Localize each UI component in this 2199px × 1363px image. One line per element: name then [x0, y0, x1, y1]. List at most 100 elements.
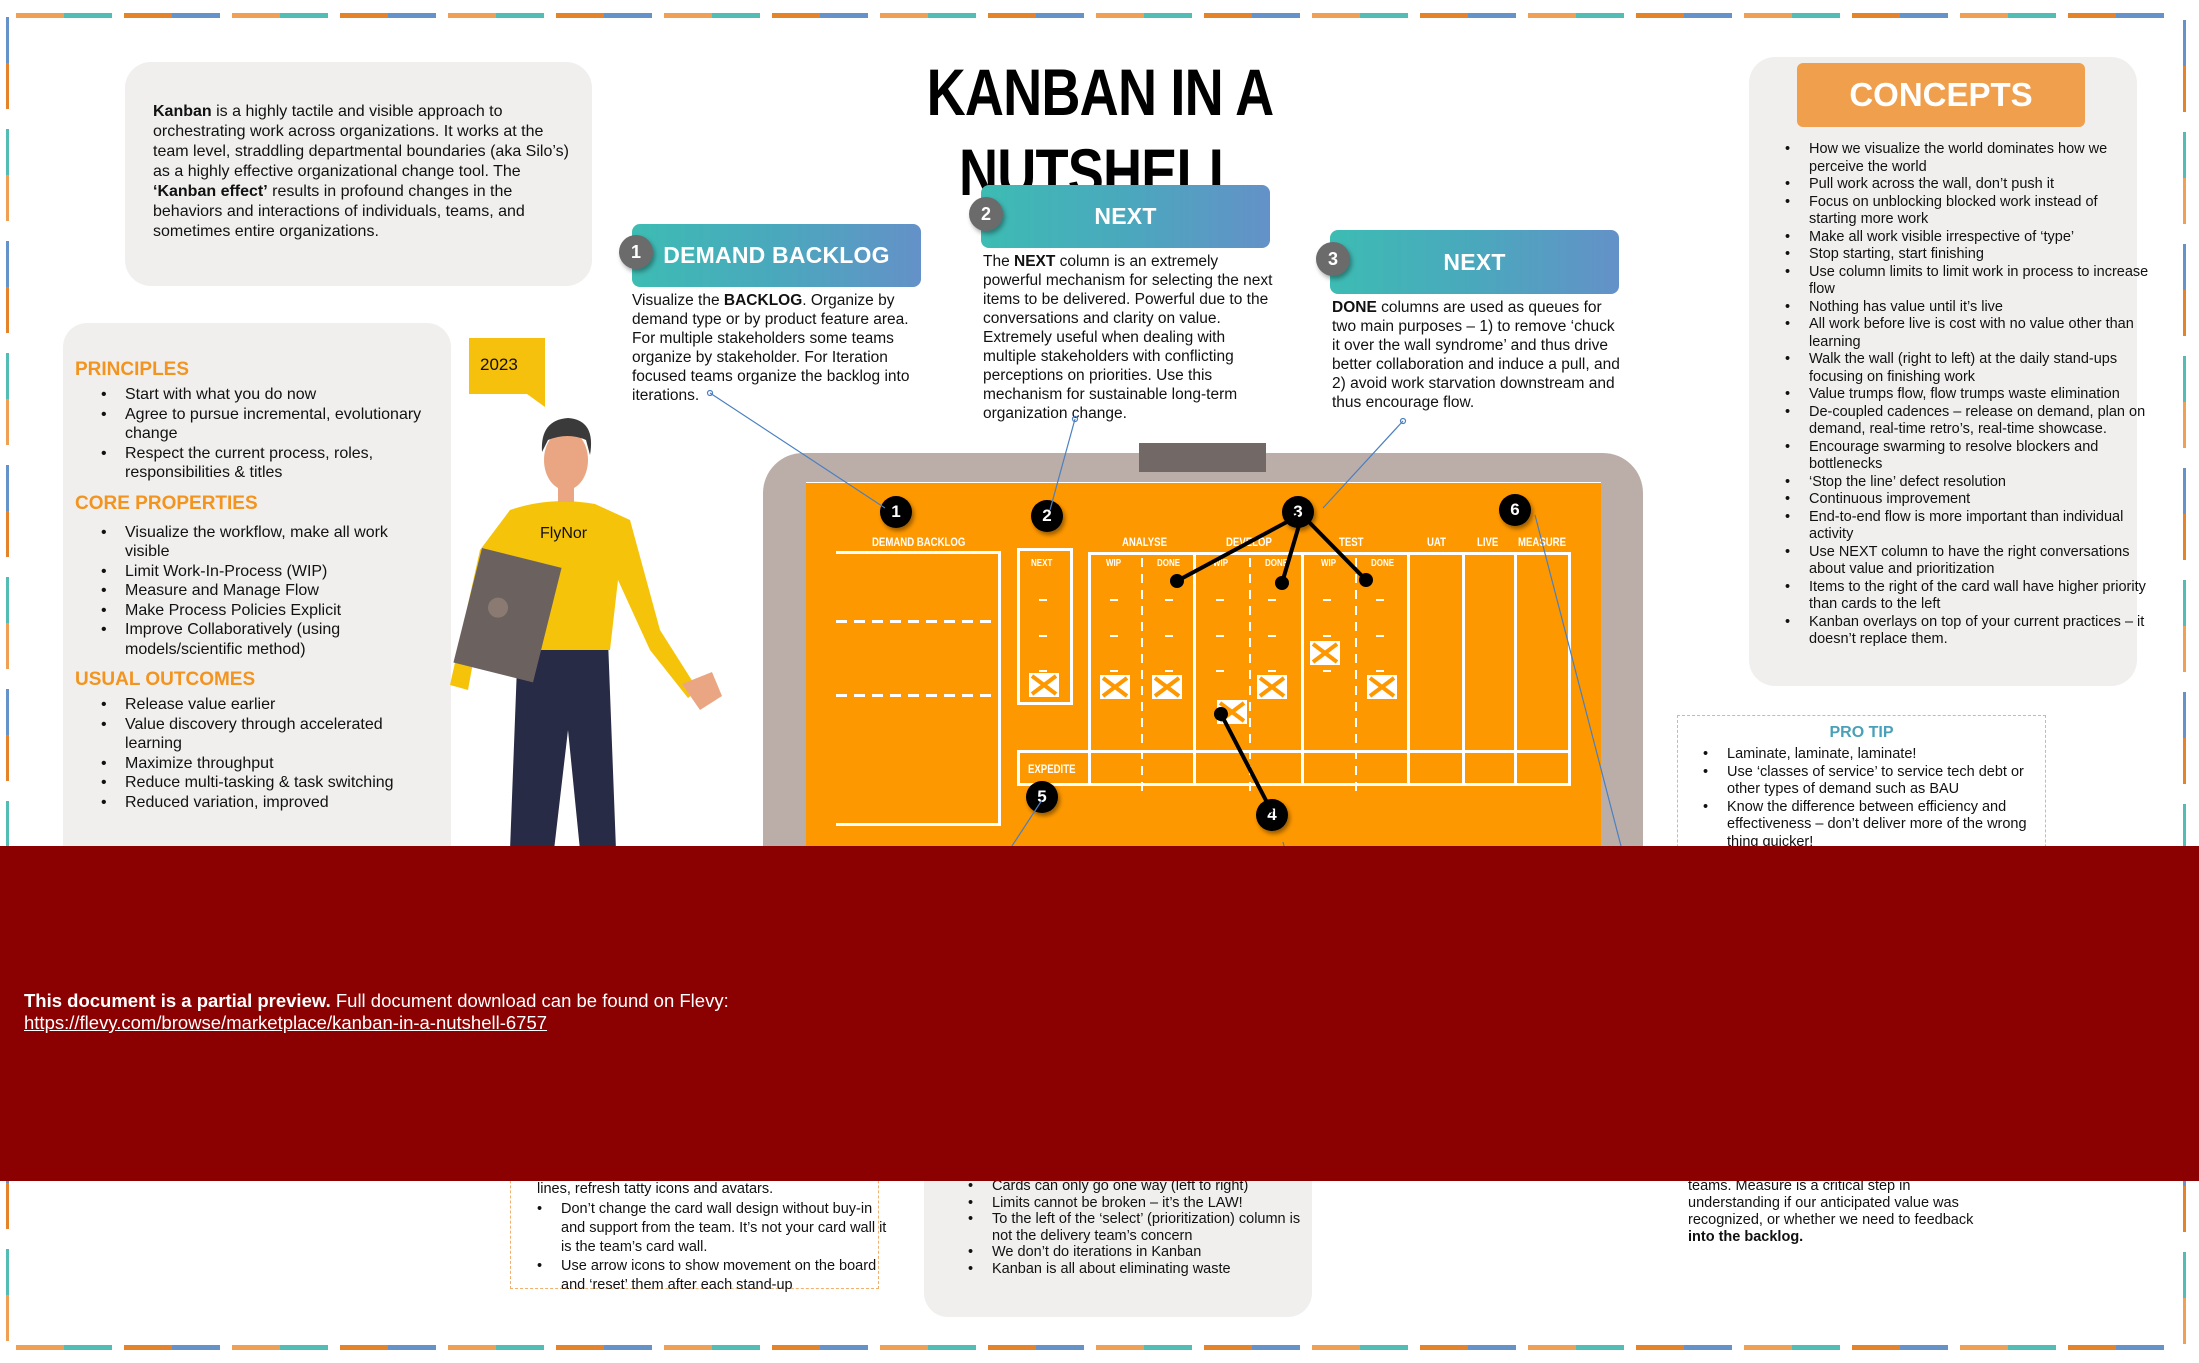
concept-item: How we visualize the world dominates how… [1785, 141, 2149, 176]
connector-3-end [1399, 417, 1407, 425]
border-dash [1420, 1345, 1468, 1350]
step-2-title: NEXT [1094, 203, 1157, 229]
preview-banner-text: This document is a partial preview. Full… [24, 990, 729, 1034]
border-dash [1252, 13, 1300, 18]
person-neck [558, 484, 574, 502]
border-dash [340, 1345, 388, 1350]
border-dash [448, 13, 496, 18]
border-dash [1960, 13, 2008, 18]
border-dash [2183, 290, 2186, 336]
core-property-item: Make Process Policies Explicit [101, 601, 435, 621]
concepts-header: CONCEPTS [1797, 63, 2085, 127]
border-dash [340, 13, 388, 18]
border-dash [6, 735, 9, 781]
board-surface [806, 482, 1601, 883]
flevy-link[interactable]: https://flevy.com/browse/marketplace/kan… [24, 1012, 547, 1033]
measure-note-bold: into the backlog. [1688, 1229, 1804, 1245]
core-properties-title: CORE PROPERTIES [75, 492, 258, 514]
border-dash [6, 353, 9, 399]
border-dash [64, 1345, 112, 1350]
usual-outcomes-title: USUAL OUTCOMES [75, 669, 256, 690]
border-dash [6, 1249, 9, 1295]
pro-tip-list: Laminate, laminate, laminate!Use ‘classe… [1703, 746, 2057, 851]
presenter-illustration: FlyNor [450, 418, 722, 850]
measure-note: teams. Measure is a critical step in und… [1688, 1178, 1988, 1246]
core-property-item: Improve Collaboratively (using models/sc… [101, 620, 435, 659]
border-dash [988, 13, 1036, 18]
border-dash [2183, 178, 2186, 224]
principle-item: Start with what you do now [101, 385, 435, 405]
concept-item: Stop starting, start finishing [1785, 246, 2149, 264]
banner-text: Full document download can be found on F… [330, 990, 729, 1011]
border-dash [1576, 13, 1624, 18]
border-dash [2116, 13, 2164, 18]
border-dash [2008, 1345, 2056, 1350]
pro-tip-item: Use ‘classes of service’ to service tech… [1703, 764, 2057, 799]
border-dash [880, 1345, 928, 1350]
rule-item: Limits cannot be broken – it’s the LAW! [968, 1195, 1322, 1212]
border-dash [1528, 1345, 1576, 1350]
border-dash [388, 13, 436, 18]
pro-tip-item: Laminate, laminate, laminate! [1703, 746, 2057, 764]
step-2-bold: NEXT [1014, 253, 1056, 270]
border-dash [880, 13, 928, 18]
border-dash [1744, 13, 1792, 18]
border-dash [1144, 13, 1192, 18]
border-dash [2183, 692, 2186, 738]
border-dash [448, 1345, 496, 1350]
core-properties-list: Visualize the workflow, make all work vi… [101, 523, 435, 660]
step-3-description: DONE columns are used as queues for two … [1332, 298, 1624, 412]
border-dash [2183, 804, 2186, 850]
border-dash [988, 1345, 1036, 1350]
border-dash [16, 13, 64, 18]
border-dash [772, 13, 820, 18]
border-dash [496, 1345, 544, 1350]
step-2-post: column is an extremely powerful mechanis… [983, 253, 1273, 422]
rule-item: Kanban is all about eliminating waste [968, 1261, 1322, 1278]
intro-bold-mid: ‘Kanban effect’ [153, 183, 268, 200]
border-dash [6, 465, 9, 511]
pro-tip-item: Know the difference between efficiency a… [1703, 799, 2057, 852]
border-dash [1312, 1345, 1360, 1350]
border-dash [280, 1345, 328, 1350]
speech-tag-text: 2023 [480, 355, 518, 374]
border-dash [664, 1345, 712, 1350]
border-dash [604, 13, 652, 18]
concept-item: End-to-end flow is more important than i… [1785, 509, 2149, 544]
concept-item: Pull work across the wall, don’t push it [1785, 176, 2149, 194]
border-dash [2183, 1298, 2186, 1344]
border-dash [6, 623, 9, 669]
border-dash [1144, 1345, 1192, 1350]
step-3-header: NEXT [1330, 230, 1619, 294]
board-clip [1139, 443, 1266, 472]
pro-tip-title: PRO TIP [1829, 724, 1894, 741]
border-dash [1636, 13, 1684, 18]
step-3-badge: 3 [1316, 242, 1350, 276]
border-dash [2183, 402, 2186, 448]
border-dash [772, 1345, 820, 1350]
border-dash [172, 13, 220, 18]
border-dash [1468, 1345, 1516, 1350]
border-dash [6, 175, 9, 221]
border-dash [820, 13, 868, 18]
border-dash [1576, 1345, 1624, 1350]
concepts-title: CONCEPTS [1849, 76, 2033, 113]
border-dash [1852, 13, 1900, 18]
outcome-item: Value discovery through accelerated lear… [101, 715, 435, 754]
border-dash [6, 399, 9, 445]
step-1-description: Visualize the BACKLOG. Organize by deman… [632, 291, 922, 405]
outcome-item: Reduced variation, improved [101, 793, 435, 813]
measure-note-text: teams. Measure is a critical step in und… [1688, 1178, 1974, 1228]
border-dash [2183, 1252, 2186, 1298]
border-dash [280, 13, 328, 18]
border-dash [1636, 1345, 1684, 1350]
step-2-badge: 2 [969, 197, 1003, 231]
speech-bubble-tag: 2023 [469, 338, 545, 407]
outcome-item: Reduce multi-tasking & task switching [101, 773, 435, 793]
border-dash [124, 1345, 172, 1350]
step-1-header: DEMAND BACKLOG [632, 224, 921, 287]
concepts-list: How we visualize the world dominates how… [1785, 141, 2149, 649]
border-dash [2183, 356, 2186, 402]
border-dash [6, 241, 9, 287]
border-dash [1960, 1345, 2008, 1350]
